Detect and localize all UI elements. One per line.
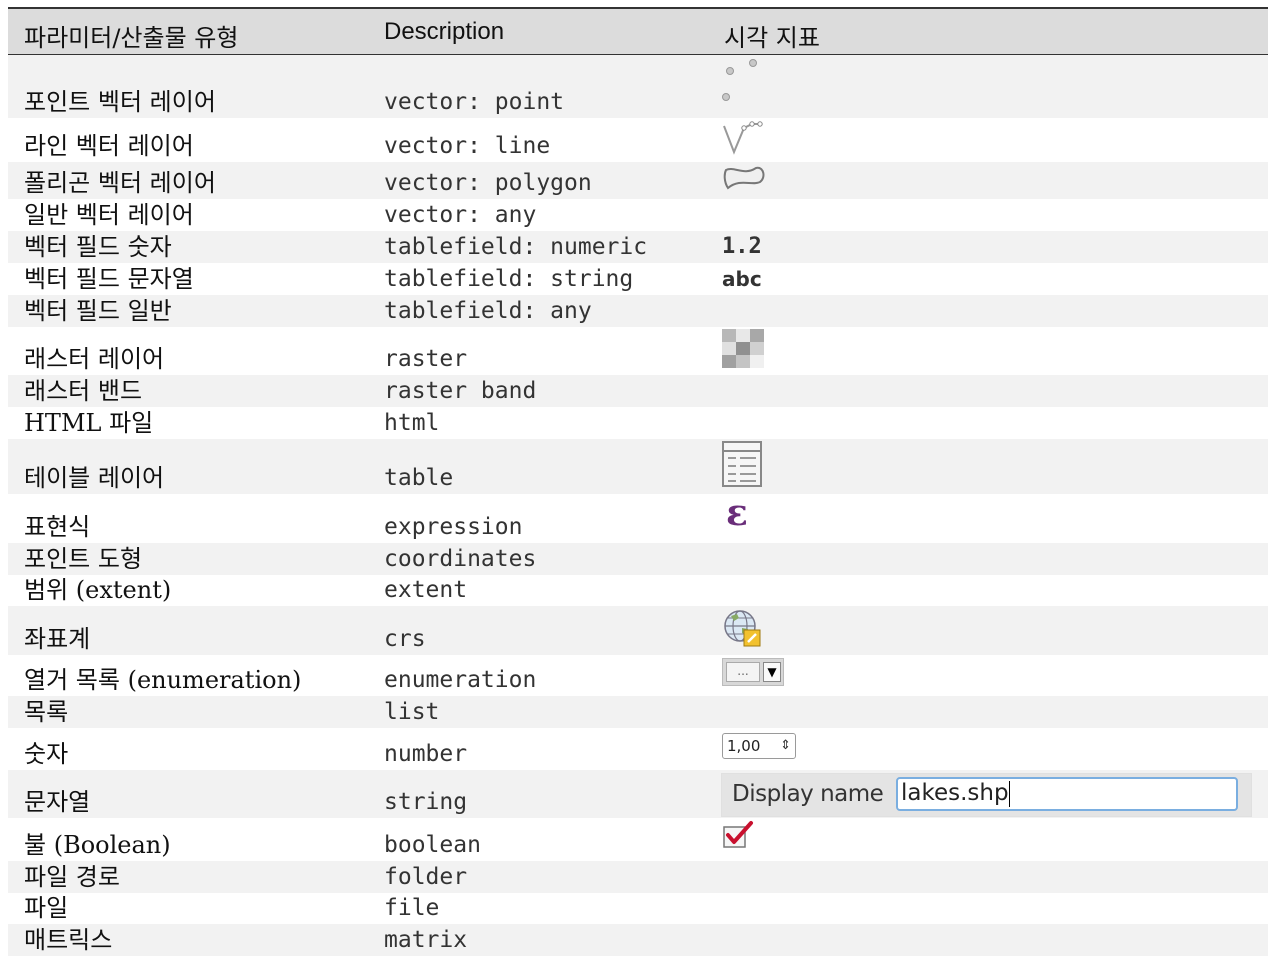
param-name: 범위 (extent) (24, 576, 172, 604)
param-description: tablefield: numeric (384, 234, 648, 260)
combo-value: ... (726, 662, 760, 682)
param-description: coordinates (384, 546, 537, 572)
param-name: 파일 경로 (24, 863, 120, 891)
param-name: 벡터 필드 문자열 (24, 265, 194, 293)
table-row: 파일 file (8, 893, 1268, 924)
param-description: vector: any (384, 202, 537, 228)
expression-icon: ε (726, 492, 748, 534)
param-description: enumeration (384, 667, 537, 693)
numeric-field-icon: 1.2 (722, 234, 762, 259)
param-name: 래스터 밴드 (24, 377, 143, 405)
spinbox-value: 1,00 (727, 737, 761, 755)
param-description: crs (384, 626, 426, 652)
header-description: Description (384, 18, 505, 45)
param-name: HTML 파일 (24, 409, 154, 437)
spin-arrows-icon: ⇕ (780, 738, 791, 753)
param-description: number (384, 741, 468, 767)
table-row: 벡터 필드 숫자 tablefield: numeric 1.2 (8, 231, 1268, 263)
table-row: HTML 파일 html (8, 407, 1268, 439)
param-description: vector: point (384, 89, 565, 115)
param-description: string (384, 789, 468, 815)
param-name: 표현식 (24, 513, 91, 541)
param-description: html (384, 410, 440, 436)
display-name-input: lakes.shp (896, 777, 1238, 811)
param-name: 목록 (24, 698, 69, 726)
param-description: vector: line (384, 133, 551, 159)
param-name: 열거 목록 (enumeration) (24, 666, 302, 694)
table-layer-icon (722, 441, 764, 489)
header-visual: 시각 지표 (724, 24, 820, 52)
table-row: 래스터 레이어 raster (8, 327, 1268, 375)
table-row: 포인트 벡터 레이어 vector: point (8, 55, 1268, 118)
param-description: raster (384, 346, 468, 372)
table-row: 숫자 number 1,00 ⇕ (8, 728, 1268, 770)
param-description: folder (384, 864, 468, 890)
point-layer-icon (722, 57, 770, 105)
string-input-icon: Display name lakes.shp (721, 773, 1252, 817)
param-description: extent (384, 577, 468, 603)
chevron-down-icon: ▼ (763, 662, 781, 682)
param-description: file (384, 895, 440, 921)
param-description: tablefield: string (384, 266, 634, 292)
table-row: 표현식 expression ε (8, 492, 1268, 543)
display-name-value: lakes.shp (901, 780, 1009, 806)
table-header: 파라미터/산출물 유형 Description 시각 지표 (8, 7, 1268, 55)
table-row: 벡터 필드 일반 tablefield: any (8, 295, 1268, 327)
header-param: 파라미터/산출물 유형 (24, 24, 239, 52)
table-row: 범위 (extent) extent (8, 575, 1268, 606)
table-row: 일반 벡터 레이어 vector: any (8, 199, 1268, 231)
param-name: 폴리곤 벡터 레이어 (24, 169, 216, 197)
param-name: 좌표계 (24, 625, 91, 653)
line-layer-icon (722, 120, 766, 156)
crs-globe-icon (722, 608, 766, 650)
param-description: vector: polygon (384, 170, 592, 196)
enumeration-combo-icon: ... ▼ (722, 658, 784, 686)
param-name: 일반 벡터 레이어 (24, 201, 194, 229)
param-name: 파일 (24, 894, 69, 922)
param-name: 포인트 벡터 레이어 (24, 88, 216, 116)
table-row: 불 (Boolean) boolean (8, 818, 1268, 861)
table-row: 목록 list (8, 696, 1268, 728)
param-name: 벡터 필드 일반 (24, 297, 172, 325)
param-name: 벡터 필드 숫자 (24, 233, 172, 261)
table-row: 매트릭스 matrix (8, 924, 1268, 956)
param-name: 라인 벡터 레이어 (24, 132, 194, 160)
param-name: 매트릭스 (24, 926, 113, 954)
param-description: matrix (384, 927, 468, 953)
table-row: 파일 경로 folder (8, 861, 1268, 893)
table-row: 라인 벡터 레이어 vector: line (8, 118, 1268, 162)
parameter-type-table: 파라미터/산출물 유형 Description 시각 지표 포인트 벡터 레이어… (8, 7, 1268, 956)
table-row: 포인트 도형 coordinates (8, 543, 1268, 575)
param-description: raster band (384, 378, 537, 404)
number-spinbox-icon: 1,00 ⇕ (722, 733, 796, 759)
polygon-layer-icon (722, 164, 766, 192)
param-description: table (384, 465, 454, 491)
param-name: 문자열 (24, 788, 91, 816)
table-row: 문자열 string Display name lakes.shp (8, 770, 1268, 818)
param-description: tablefield: any (384, 298, 592, 324)
param-name: 불 (Boolean) (24, 831, 171, 859)
display-name-label: Display name (732, 781, 884, 807)
table-row: 열거 목록 (enumeration) enumeration ... ▼ (8, 655, 1268, 696)
table-row: 좌표계 crs (8, 606, 1268, 655)
string-field-icon: abc (722, 267, 762, 291)
table-row: 테이블 레이어 table (8, 439, 1268, 494)
raster-layer-icon (722, 329, 764, 369)
checkbox-checked-icon (722, 820, 754, 850)
param-name: 숫자 (24, 740, 69, 768)
table-row: 폴리곤 벡터 레이어 vector: polygon (8, 162, 1268, 199)
param-name: 래스터 레이어 (24, 345, 165, 373)
param-name: 포인트 도형 (24, 545, 143, 573)
table-row: 래스터 밴드 raster band (8, 375, 1268, 407)
param-name: 테이블 레이어 (24, 464, 165, 492)
table-row: 벡터 필드 문자열 tablefield: string abc (8, 263, 1268, 295)
param-description: list (384, 699, 440, 725)
param-description: expression (384, 514, 523, 540)
param-description: boolean (384, 832, 481, 858)
